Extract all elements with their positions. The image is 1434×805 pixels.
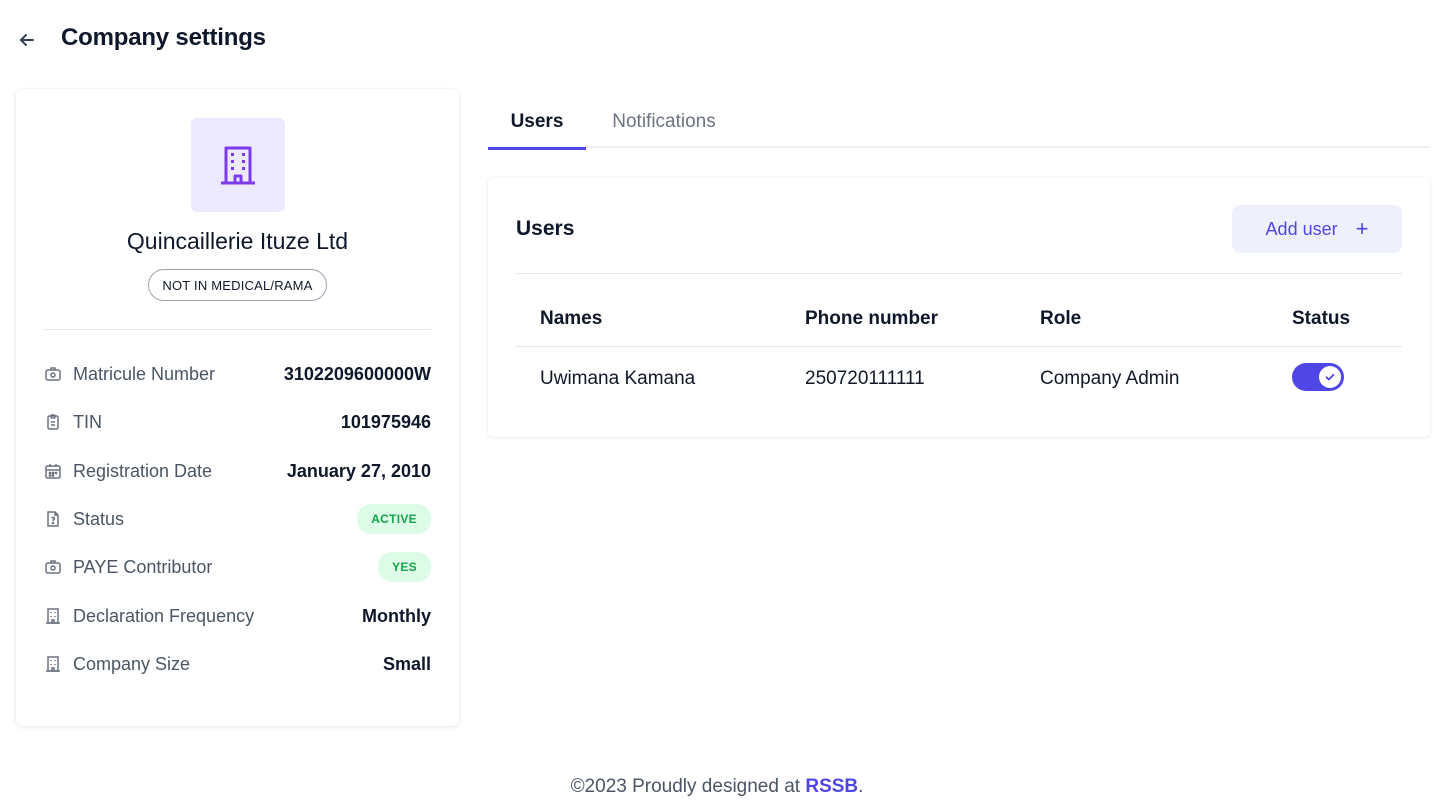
detail-label: Matricule Number <box>73 363 216 384</box>
detail-row-declaration-frequency: Declaration Frequency Monthly <box>44 600 431 632</box>
tab-users[interactable]: Users <box>488 96 586 150</box>
back-arrow-icon[interactable] <box>14 27 40 53</box>
detail-value: Small <box>382 653 431 674</box>
detail-label: TIN <box>73 411 102 432</box>
add-user-button[interactable]: Add user + <box>1232 205 1402 253</box>
building-icon <box>221 146 255 185</box>
page-title: Company settings <box>61 24 266 51</box>
users-panel: Users Add user + Names Phone number Role… <box>488 177 1430 437</box>
status-badge: ACTIVE <box>357 504 431 534</box>
toggle-knob <box>1319 366 1341 388</box>
column-header-names: Names <box>540 308 603 329</box>
detail-value: 3102209600000W <box>283 363 431 384</box>
detail-label: PAYE Contributor <box>73 556 213 577</box>
detail-row-paye: PAYE Contributor YES <box>44 551 431 583</box>
divider <box>516 346 1402 347</box>
detail-value: 101975946 <box>340 411 431 432</box>
detail-row-company-size: Company Size Small <box>44 648 431 680</box>
paye-badge: YES <box>378 552 431 582</box>
users-panel-title: Users <box>516 217 575 240</box>
id-card-icon <box>44 365 62 383</box>
user-phone-cell: 250720111111 <box>805 368 925 389</box>
detail-label: Company Size <box>73 653 191 674</box>
footer: ©2023 Proudly designed at RSSB. <box>0 776 1434 798</box>
footer-suffix: . <box>858 776 864 797</box>
company-avatar <box>191 118 285 212</box>
divider <box>516 273 1402 274</box>
building-icon <box>44 655 62 673</box>
detail-value: January 27, 2010 <box>286 460 431 481</box>
detail-label: Registration Date <box>73 460 213 481</box>
check-icon <box>1325 373 1335 381</box>
plus-icon: + <box>1355 216 1369 241</box>
footer-rssb-link[interactable]: RSSB <box>805 776 858 797</box>
company-name: Quincaillerie Ituze Ltd <box>126 228 349 254</box>
column-header-phone: Phone number <box>805 308 939 329</box>
detail-label: Status <box>73 508 125 529</box>
medical-status-badge: NOT IN MEDICAL/RAMA <box>148 269 327 301</box>
divider <box>44 329 431 330</box>
detail-value: Monthly <box>362 605 431 626</box>
detail-label: Declaration Frequency <box>73 605 255 626</box>
detail-row-matricule: Matricule Number 3102209600000W <box>44 358 431 390</box>
page-header: Company settings <box>0 0 1434 80</box>
document-icon <box>44 510 62 528</box>
building-icon <box>44 607 62 625</box>
tab-notifications[interactable]: Notifications <box>598 96 730 148</box>
column-header-role: Role <box>1040 308 1082 329</box>
settings-tabs: Users Notifications <box>488 96 1430 150</box>
detail-row-tin: TIN 101975946 <box>44 406 431 438</box>
company-card: Quincaillerie Ituze Ltd NOT IN MEDICAL/R… <box>16 89 459 726</box>
column-header-status: Status <box>1292 308 1351 329</box>
user-status-toggle[interactable] <box>1292 363 1344 391</box>
detail-row-status: Status ACTIVE <box>44 503 431 535</box>
clipboard-icon <box>44 413 62 431</box>
add-user-label: Add user <box>1265 218 1338 239</box>
detail-row-registration-date: Registration Date January 27, 2010 <box>44 455 431 487</box>
id-card-icon <box>44 558 62 576</box>
calendar-icon <box>44 462 62 480</box>
user-role-cell: Company Admin <box>1040 368 1180 389</box>
footer-text: ©2023 Proudly designed at <box>570 776 806 797</box>
user-name-cell: Uwimana Kamana <box>540 368 696 389</box>
